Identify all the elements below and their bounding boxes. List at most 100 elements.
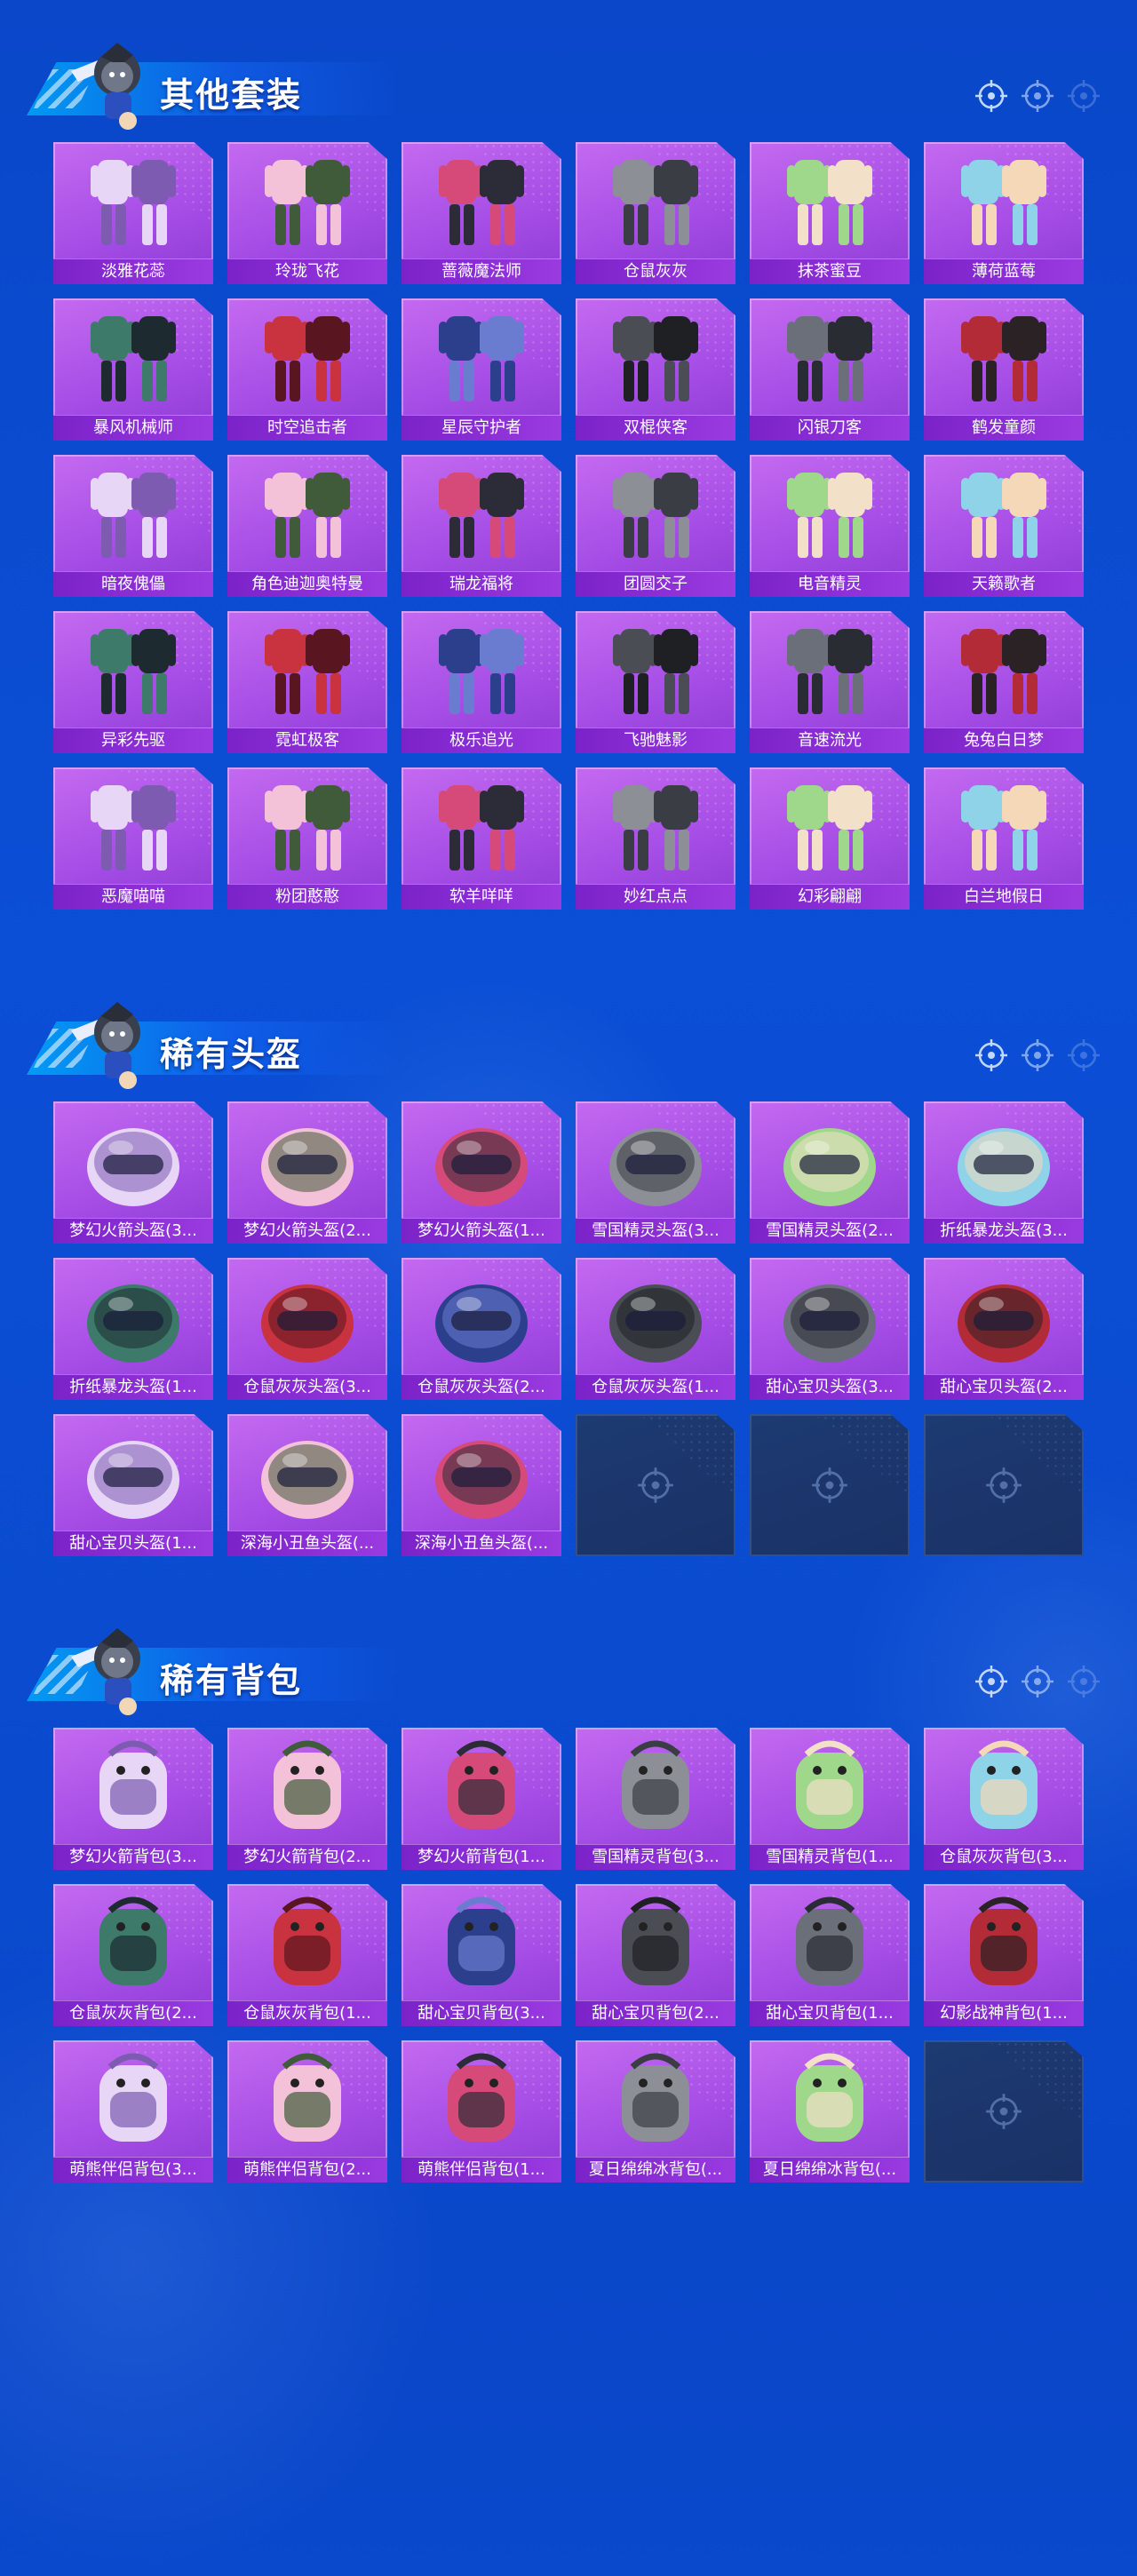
- item-card[interactable]: 雪国精灵背包(1...: [750, 1728, 910, 1870]
- item-card[interactable]: 淡雅花蕊: [53, 142, 213, 284]
- item-name: 恶魔喵喵: [53, 884, 213, 910]
- item-card[interactable]: 瑞龙福将: [402, 455, 561, 597]
- item-image: [593, 1109, 718, 1213]
- item-card[interactable]: 梦幻火箭头盔(2...: [227, 1101, 387, 1244]
- item-card[interactable]: 梦幻火箭背包(1...: [402, 1728, 561, 1870]
- item-card[interactable]: 仓鼠灰灰背包(2...: [53, 1884, 213, 2026]
- item-name: 仓鼠灰灰头盔(2...: [402, 1374, 561, 1400]
- item-card[interactable]: 星辰守护者: [402, 298, 561, 441]
- item-card[interactable]: 梦幻火箭头盔(3...: [53, 1101, 213, 1244]
- item-card[interactable]: 幻影战神背包(1...: [924, 1884, 1084, 2026]
- item-card[interactable]: 甜心宝贝头盔(3...: [750, 1258, 910, 1400]
- item-card[interactable]: 电音精灵: [750, 455, 910, 597]
- item-image: [71, 2047, 195, 2152]
- item-card[interactable]: 抹茶蜜豆: [750, 142, 910, 284]
- item-card[interactable]: 萌熊伴侣背包(3...: [53, 2040, 213, 2182]
- item-card[interactable]: 天籁歌者: [924, 455, 1084, 597]
- item-card[interactable]: 甜心宝贝头盔(1...: [53, 1414, 213, 1556]
- item-card[interactable]: 兔兔白日梦: [924, 611, 1084, 753]
- item-card[interactable]: 夏日绵绵冰背包(...: [576, 2040, 735, 2182]
- item-card[interactable]: 雪国精灵背包(3...: [576, 1728, 735, 1870]
- item-card[interactable]: 白兰地假日: [924, 767, 1084, 910]
- crosshair-icon: [1066, 1664, 1101, 1699]
- item-card[interactable]: 甜心宝贝背包(1...: [750, 1884, 910, 2026]
- item-card[interactable]: 雪国精灵头盔(3...: [576, 1101, 735, 1244]
- crosshair-icon: [1066, 78, 1101, 114]
- item-card[interactable]: 夏日绵绵冰背包(...: [750, 2040, 910, 2182]
- item-card[interactable]: 梦幻火箭背包(3...: [53, 1728, 213, 1870]
- item-image: [71, 462, 195, 567]
- item-card[interactable]: 折纸暴龙头盔(1...: [53, 1258, 213, 1400]
- crosshair-icon: [1066, 1038, 1101, 1073]
- item-card[interactable]: 音速流光: [750, 611, 910, 753]
- item-card[interactable]: 仓鼠灰灰: [576, 142, 735, 284]
- item-card[interactable]: 折纸暴龙头盔(3...: [924, 1101, 1084, 1244]
- item-card[interactable]: 仓鼠灰灰头盔(2...: [402, 1258, 561, 1400]
- item-card[interactable]: 甜心宝贝背包(2...: [576, 1884, 735, 2026]
- item-name: 蔷薇魔法师: [402, 258, 561, 284]
- item-card[interactable]: 甜心宝贝背包(3...: [402, 1884, 561, 2026]
- item-image: [942, 149, 1066, 254]
- item-card[interactable]: 暴风机械师: [53, 298, 213, 441]
- item-name: 甜心宝贝背包(2...: [576, 2000, 735, 2026]
- item-card[interactable]: 软羊咩咩: [402, 767, 561, 910]
- item-card[interactable]: 深海小丑鱼头盔(...: [227, 1414, 387, 1556]
- item-name: 星辰守护者: [402, 415, 561, 441]
- item-card[interactable]: 飞驰魅影: [576, 611, 735, 753]
- item-card[interactable]: 玲珑飞花: [227, 142, 387, 284]
- item-card[interactable]: 仓鼠灰灰头盔(3...: [227, 1258, 387, 1400]
- item-image: [942, 462, 1066, 567]
- item-card[interactable]: 粉团憨憨: [227, 767, 387, 910]
- item-card[interactable]: 仓鼠灰灰背包(1...: [227, 1884, 387, 2026]
- item-name: 妙红点点: [576, 884, 735, 910]
- item-card[interactable]: 薄荷蓝莓: [924, 142, 1084, 284]
- item-card[interactable]: 恶魔喵喵: [53, 767, 213, 910]
- item-image: [245, 306, 370, 410]
- item-card[interactable]: 时空追击者: [227, 298, 387, 441]
- section-header: 稀有头盔: [27, 995, 400, 1089]
- item-card[interactable]: 雪国精灵头盔(2...: [750, 1101, 910, 1244]
- item-card[interactable]: 异彩先驱: [53, 611, 213, 753]
- item-name: 雪国精灵背包(1...: [750, 1844, 910, 1870]
- item-name: 角色迪迦奥特曼: [227, 571, 387, 597]
- item-card[interactable]: 蔷薇魔法师: [402, 142, 561, 284]
- item-name: 暴风机械师: [53, 415, 213, 441]
- item-name: 夏日绵绵冰背包(...: [750, 2157, 910, 2182]
- item-card[interactable]: 妙红点点: [576, 767, 735, 910]
- crosshair-icon: [1020, 78, 1055, 114]
- item-card[interactable]: 极乐追光: [402, 611, 561, 753]
- empty-slot: [924, 2040, 1084, 2182]
- item-grid: 梦幻火箭头盔(3... 梦幻火箭头盔(2... 梦幻火箭头盔(1... 雪国精灵…: [53, 1101, 1084, 1556]
- item-image: [71, 618, 195, 723]
- item-image: [71, 306, 195, 410]
- item-card[interactable]: 暗夜傀儡: [53, 455, 213, 597]
- item-image: [245, 149, 370, 254]
- item-card[interactable]: 深海小丑鱼头盔(...: [402, 1414, 561, 1556]
- item-image: [71, 1265, 195, 1370]
- item-card[interactable]: 闪银刀客: [750, 298, 910, 441]
- item-name: 仓鼠灰灰背包(1...: [227, 2000, 387, 2026]
- item-card[interactable]: 甜心宝贝头盔(2...: [924, 1258, 1084, 1400]
- item-card[interactable]: 团圆交子: [576, 455, 735, 597]
- crosshair-icon: [974, 1038, 1009, 1073]
- item-card[interactable]: 双棍侠客: [576, 298, 735, 441]
- item-grid: 梦幻火箭背包(3... 梦幻火箭背包(2... 梦幻火箭背包(1... 雪国精灵…: [53, 1728, 1084, 2182]
- item-card[interactable]: 幻彩翩翩: [750, 767, 910, 910]
- item-image: [942, 1265, 1066, 1370]
- item-card[interactable]: 霓虹极客: [227, 611, 387, 753]
- item-image: [419, 1421, 544, 1526]
- item-card[interactable]: 仓鼠灰灰头盔(1...: [576, 1258, 735, 1400]
- item-image: [245, 1109, 370, 1213]
- item-card[interactable]: 仓鼠灰灰背包(3...: [924, 1728, 1084, 1870]
- item-image: [419, 462, 544, 567]
- item-card[interactable]: 鹤发童颜: [924, 298, 1084, 441]
- item-card[interactable]: 萌熊伴侣背包(2...: [227, 2040, 387, 2182]
- item-name: 闪银刀客: [750, 415, 910, 441]
- item-name: 极乐追光: [402, 727, 561, 753]
- item-card[interactable]: 角色迪迦奥特曼: [227, 455, 387, 597]
- item-card[interactable]: 梦幻火箭背包(2...: [227, 1728, 387, 1870]
- item-card[interactable]: 萌熊伴侣背包(1...: [402, 2040, 561, 2182]
- item-card[interactable]: 梦幻火箭头盔(1...: [402, 1101, 561, 1244]
- item-name: 梦幻火箭背包(2...: [227, 1844, 387, 1870]
- item-image: [767, 1891, 892, 1996]
